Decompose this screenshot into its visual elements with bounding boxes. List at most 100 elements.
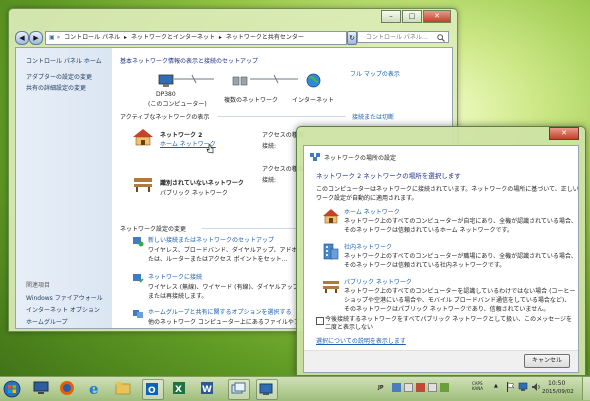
home-icon: [323, 209, 339, 224]
dialog-title: ネットワークの場所の設定: [324, 155, 397, 162]
taskbar-outlook[interactable]: O: [142, 379, 164, 400]
ime-language[interactable]: JP: [378, 385, 384, 391]
breadcrumb-separator-icon: ▸: [124, 34, 128, 41]
office-building-icon: [323, 243, 339, 260]
svg-text:e: e: [89, 380, 99, 396]
start-button[interactable]: [2, 379, 24, 398]
breadcrumb-sharing-center[interactable]: ネットワークと共有センター: [226, 34, 304, 41]
windows-start-icon: [3, 380, 21, 398]
help-explanation-link[interactable]: 選択についての説明を表示します: [316, 336, 406, 345]
nav-control-panel-home[interactable]: コントロール パネル ホーム: [26, 56, 102, 65]
nav-windows-firewall[interactable]: Windows ファイアウォール: [26, 293, 103, 302]
homegroup-icon: [133, 310, 143, 318]
option-home-title[interactable]: ホーム ネットワーク: [344, 207, 400, 216]
ime-toolbar[interactable]: [392, 383, 472, 395]
breadcrumb-control-panel[interactable]: コントロール パネル: [64, 34, 120, 41]
address-root-icon: ▣ »: [49, 34, 61, 41]
nav-adapter-settings[interactable]: アダプターの設定の変更: [26, 72, 92, 81]
see-also-heading: 関連項目: [26, 282, 51, 289]
tray-expand-icon[interactable]: ▲: [494, 383, 498, 389]
option-public-desc: ネットワーク上のすべてのコンピューターを認識しているわけではない場合 (コーヒー: [344, 288, 576, 295]
nav-homegroup[interactable]: ホームグループ: [26, 317, 67, 326]
page-heading: 基本ネットワーク情報の表示と接続のセットアップ: [120, 58, 259, 65]
network-2-connection-label: 接続:: [262, 177, 277, 184]
nav-internet-options[interactable]: インターネット オプション: [26, 305, 100, 314]
connect-network-icon: [133, 274, 144, 283]
treat-as-public-checkbox-label[interactable]: 今後接続するネットワークをすべてパブリック ネットワークとして扱い、このメッセー…: [325, 316, 573, 332]
monitor-icon: [33, 381, 49, 394]
network-center-icon: [259, 383, 273, 395]
change-settings-heading: ネットワーク設定の変更: [120, 226, 187, 233]
option-work-title[interactable]: 社内ネットワーク: [344, 242, 392, 251]
option-public-desc: そのネットワークはパブリック ネットワークであり、信頼されていません。: [344, 306, 550, 313]
network-2-name: 識別されていないネットワーク: [160, 180, 244, 187]
option-home-desc: ネットワーク上のすべてのコンピューターが自宅にあり、全機が認識されている場合、: [344, 218, 577, 225]
connect-disconnect-link[interactable]: 接続または切断: [352, 112, 394, 121]
breadcrumb-network-internet[interactable]: ネットワークとインターネット: [131, 34, 215, 41]
svg-text:X: X: [175, 385, 182, 395]
network-2-type: パブリック ネットワーク: [160, 190, 228, 197]
back-button[interactable]: ◀: [15, 31, 29, 45]
speaker-icon: [532, 383, 540, 391]
homegroup-options-link[interactable]: ホームグループと共有に関するオプションを選択する: [148, 307, 291, 316]
taskbar-control-panel[interactable]: [256, 379, 278, 400]
connect-to-network-link[interactable]: ネットワークに接続: [148, 272, 202, 281]
ime-tools-icon: [440, 383, 449, 392]
show-desktop-button[interactable]: [582, 377, 590, 400]
map-network-label: 複数のネットワーク: [224, 97, 279, 104]
close-button[interactable]: ✕: [423, 10, 451, 23]
dialog-close-button[interactable]: ✕: [549, 127, 579, 140]
connect-to-network-desc: または再接続します。: [148, 293, 208, 300]
nav-advanced-sharing[interactable]: 共有の詳細設定の変更: [26, 83, 86, 92]
svg-text:W: W: [202, 385, 212, 395]
divider: [218, 116, 346, 117]
search-input[interactable]: コントロール パネル…: [357, 31, 449, 43]
ime-dict-icon: [428, 383, 437, 392]
taskbar-explorer[interactable]: [114, 379, 134, 398]
network-location-dialog: ✕ ネットワークの場所の設定 ネットワーク 2 ネットワークの場所を選択します …: [296, 126, 586, 376]
ime-input-icon: [404, 383, 413, 392]
ime-mode-icon: [392, 383, 401, 392]
forward-button[interactable]: ▶: [29, 31, 43, 45]
search-icon: [437, 34, 445, 42]
caps-kana-indicator: CAPS KANA: [472, 381, 484, 391]
cancel-button[interactable]: キャンセル: [524, 354, 570, 368]
taskbar-window-switcher[interactable]: [228, 379, 250, 400]
home-network-icon: [133, 129, 153, 146]
windows-stack-icon: [231, 382, 246, 394]
option-public-title[interactable]: パブリック ネットワーク: [344, 277, 412, 286]
clock-time[interactable]: 10:50: [548, 380, 565, 387]
clock-date[interactable]: 2015/09/02: [542, 389, 574, 395]
map-internet-label: インターネット: [292, 97, 335, 104]
option-public-desc: ショップや空港にいる場合や、モバイル ブロードバンド通信をしている場合など)、: [344, 297, 571, 304]
public-network-bench-icon: [134, 178, 152, 192]
taskbar-firefox[interactable]: [58, 379, 78, 398]
network-1-connection-label: 接続:: [262, 143, 277, 150]
folder-icon: [115, 382, 131, 395]
taskbar-internet-explorer[interactable]: e: [86, 379, 106, 398]
minimize-button[interactable]: –: [381, 10, 401, 23]
setup-new-connection-link[interactable]: 新しい接続またはネットワークのセットアップ: [148, 235, 274, 244]
title-bar[interactable]: – □ ✕: [9, 9, 457, 27]
word-icon: W: [201, 382, 213, 395]
taskbar-word[interactable]: W: [198, 379, 218, 398]
address-bar[interactable]: ▣ » コントロール パネル ▸ ネットワークとインターネット ▸ ネットワーク…: [45, 31, 347, 45]
internet-explorer-icon: e: [89, 380, 99, 398]
full-map-link[interactable]: フル マップの表示: [350, 69, 400, 78]
refresh-button[interactable]: ↻: [347, 31, 357, 45]
treat-as-public-checkbox[interactable]: [316, 317, 324, 325]
taskbar-desktop-app[interactable]: [32, 379, 52, 398]
volume-tray-icon[interactable]: [531, 382, 541, 394]
left-nav-pane: コントロール パネル ホーム アダプターの設定の変更 共有の詳細設定の変更 関連…: [16, 48, 112, 328]
network-small-icon: [310, 153, 320, 161]
firefox-icon: [60, 381, 74, 395]
excel-icon: X: [173, 382, 185, 395]
network-tray-icon[interactable]: [518, 382, 528, 394]
flag-icon[interactable]: [506, 382, 515, 394]
ime-pad-icon: [416, 383, 425, 392]
taskbar-excel[interactable]: X: [170, 379, 190, 398]
dialog-intro: このコンピューターはネットワークに接続されています。ネットワークの場所に基づいて…: [316, 186, 579, 193]
public-bench-icon: [323, 281, 339, 293]
maximize-button[interactable]: □: [402, 10, 422, 23]
outlook-icon: O: [146, 383, 158, 396]
